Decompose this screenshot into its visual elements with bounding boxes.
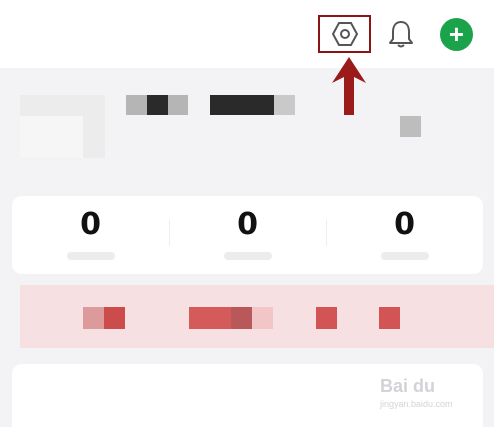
stats-card: 0 0 0 (12, 196, 483, 274)
settings-icon (331, 22, 358, 46)
banner-text-block-mid (231, 307, 252, 329)
watermark-url: jingyan.baidu.com (380, 399, 453, 409)
profile-chevron[interactable] (400, 116, 421, 137)
settings-button[interactable] (318, 15, 371, 53)
banner-text-block-dark (104, 307, 125, 329)
stat-label (66, 252, 115, 260)
banner-text-block (379, 307, 400, 329)
stat-item[interactable]: 0 (169, 196, 326, 274)
stat-divider (169, 220, 170, 246)
promo-banner[interactable] (20, 285, 494, 348)
avatar-shade (20, 116, 83, 158)
plus-icon: + (448, 19, 465, 49)
banner-text-block-fade (252, 307, 273, 329)
banner-text-block (316, 307, 337, 329)
stat-item[interactable]: 0 (326, 196, 483, 274)
stat-value: 0 (237, 207, 258, 242)
stat-value: 0 (80, 207, 101, 242)
profile-section (0, 68, 494, 178)
add-button[interactable]: + (440, 18, 473, 51)
username-block-2-light (274, 95, 295, 115)
watermark: Bai du jingyan.baidu.com (380, 376, 490, 420)
notifications-button[interactable] (384, 17, 418, 51)
watermark-text: Bai du (380, 376, 436, 396)
stat-item[interactable]: 0 (12, 196, 169, 274)
stat-label (223, 252, 272, 260)
top-bar: + (0, 0, 494, 68)
username-block-dark (147, 95, 168, 115)
stat-divider (326, 220, 327, 246)
stat-label (380, 252, 429, 260)
stat-value: 0 (394, 207, 415, 242)
bell-icon (389, 21, 413, 48)
